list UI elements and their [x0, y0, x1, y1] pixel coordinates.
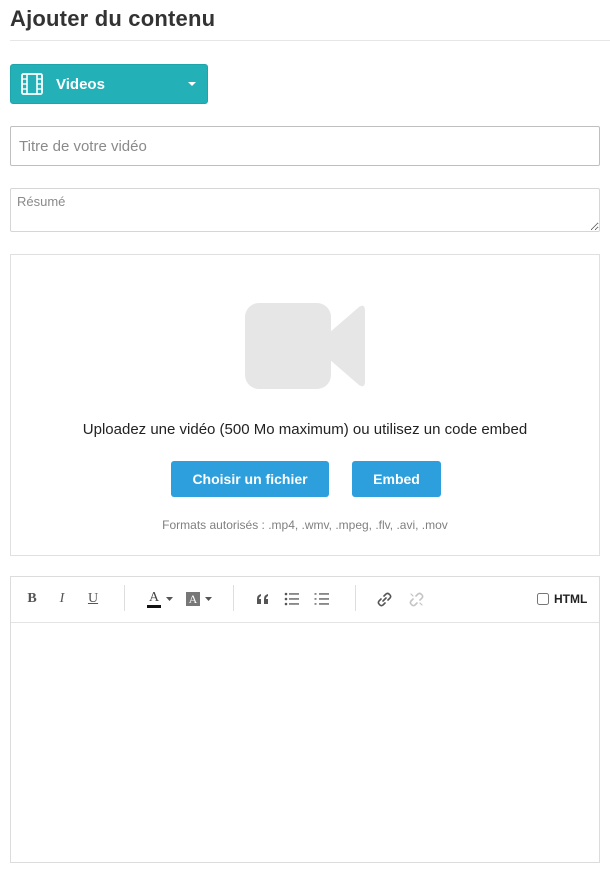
toolbar-divider: [233, 585, 234, 611]
content-type-label: Videos: [56, 75, 105, 93]
font-color-label: A: [147, 590, 161, 608]
font-color-button[interactable]: A: [145, 589, 163, 609]
numbered-list-icon[interactable]: [313, 589, 331, 609]
highlight-dropdown-caret-icon[interactable]: [204, 589, 212, 609]
html-toggle-label: HTML: [554, 592, 588, 606]
bold-button[interactable]: B: [24, 589, 40, 609]
film-icon: [19, 71, 45, 97]
toolbar-divider: [124, 585, 125, 611]
content-type-select[interactable]: Videos: [10, 64, 208, 104]
summary-textarea[interactable]: [10, 188, 600, 232]
html-mode-toggle[interactable]: HTML: [537, 592, 587, 606]
html-checkbox[interactable]: [537, 593, 549, 605]
video-title-input[interactable]: [10, 126, 600, 166]
allowed-formats-text: Formats autorisés : .mp4, .wmv, .mpeg, .…: [162, 518, 448, 532]
highlight-color-button[interactable]: A: [184, 589, 202, 609]
rich-text-editor: B I U A A HTML: [10, 576, 600, 863]
highlight-color-label: A: [186, 592, 200, 606]
embed-button[interactable]: Embed: [352, 461, 441, 497]
page-title: Ajouter du contenu: [10, 6, 216, 31]
video-camera-icon: [245, 303, 365, 389]
bulleted-list-icon[interactable]: [283, 589, 301, 609]
unlink-icon[interactable]: [407, 589, 425, 609]
italic-button[interactable]: I: [54, 589, 70, 609]
link-icon[interactable]: [375, 589, 393, 609]
font-color-dropdown-caret-icon[interactable]: [165, 589, 173, 609]
video-upload-dropzone[interactable]: Uploadez une vidéo (500 Mo maximum) ou u…: [10, 254, 600, 556]
blockquote-icon[interactable]: [254, 589, 272, 609]
upload-instruction: Uploadez une vidéo (500 Mo maximum) ou u…: [82, 421, 528, 438]
title-divider: [10, 40, 610, 41]
choose-file-button[interactable]: Choisir un fichier: [171, 461, 329, 497]
toolbar-divider: [355, 585, 356, 611]
editor-toolbar: B I U A A HTML: [11, 577, 599, 623]
chevron-down-icon: [188, 82, 196, 86]
underline-button[interactable]: U: [85, 589, 101, 609]
editor-content-area[interactable]: [11, 623, 599, 862]
